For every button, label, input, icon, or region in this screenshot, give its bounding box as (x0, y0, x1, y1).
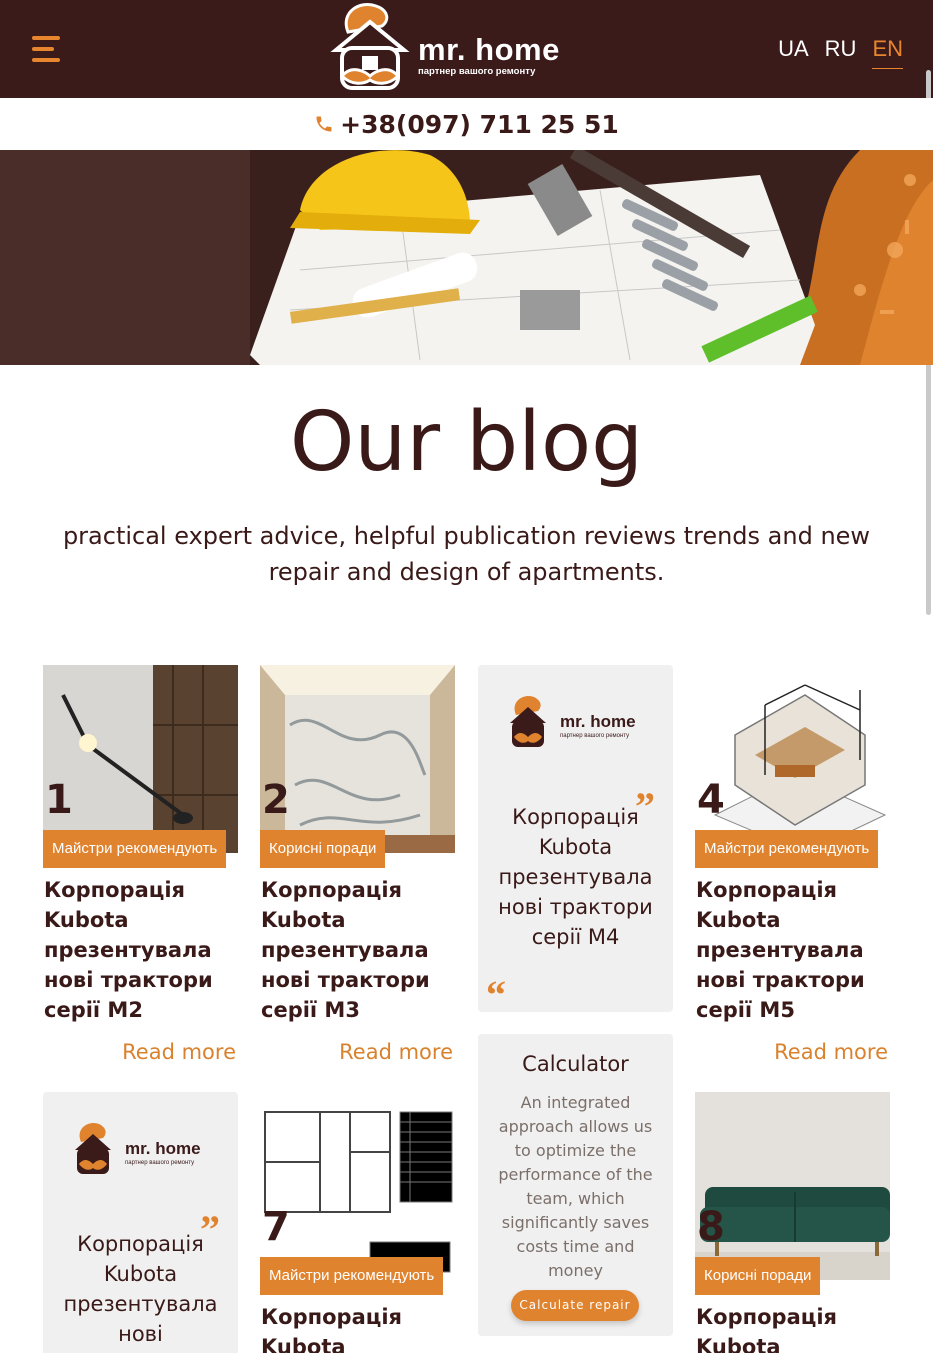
svg-text:mr. home: mr. home (125, 1139, 201, 1158)
quote-card: mr. home партнер вашого ремонту ” Корпор… (43, 1092, 238, 1353)
lang-en[interactable]: EN (872, 36, 903, 69)
card-title[interactable]: Корпорація Kubota презентувала нові трак… (261, 875, 456, 1025)
card-image-lamp[interactable] (43, 665, 238, 853)
phone-bar: +38(097) 711 25 51 (0, 98, 933, 150)
blog-card[interactable]: 8 Корисні поради Корпорація Kubota (695, 1092, 890, 1353)
card-number: 2 (262, 777, 290, 823)
card-category-tag[interactable]: Майстри рекомендують (43, 830, 227, 868)
card-number: 8 (697, 1204, 725, 1250)
card-title[interactable]: Корпорація Kubota (261, 1302, 456, 1353)
svg-text:партнер вашого ремонту: партнер вашого ремонту (125, 1160, 194, 1166)
card-category-tag[interactable]: Корисні поради (695, 1257, 821, 1295)
svg-text:партнер вашого ремонту: партнер вашого ремонту (560, 733, 629, 739)
calculator-title: Calculator (522, 1052, 629, 1076)
open-quote-icon: “ (486, 972, 506, 1013)
card-category-tag[interactable]: Майстри рекомендують (695, 830, 879, 868)
site-header: mr. home партнер вашого ремонту UA RU EN (0, 0, 933, 98)
blog-card[interactable]: 4 Майстри рекомендують Корпорація Kubota… (695, 665, 890, 1085)
svg-text:mr. home: mr. home (560, 712, 636, 731)
logo-title: mr. home (418, 32, 560, 67)
page-title: Our blog (289, 395, 644, 490)
quote-text: Корпорація Kubota презентувала нові (63, 1232, 218, 1346)
read-more-link[interactable]: Read more (339, 1040, 453, 1064)
card-title[interactable]: Корпорація Kubota (696, 1302, 891, 1353)
card-image-sofa[interactable] (695, 1092, 890, 1280)
mr-home-logo: mr. home партнер вашого ремонту (75, 1122, 201, 1174)
hero-image (0, 150, 933, 365)
calculator-widget: Calculator An integrated approach allows… (478, 1034, 673, 1336)
blog-card[interactable]: 7 Майстри рекомендують Корпорація Kubota (260, 1092, 455, 1353)
lang-ru[interactable]: RU (825, 36, 857, 69)
mr-home-mascot-icon (330, 3, 410, 90)
card-number: 1 (45, 777, 73, 823)
read-more-link[interactable]: Read more (122, 1040, 236, 1064)
card-image-marble[interactable] (260, 665, 455, 853)
page-subtitle: practical expert advice, helpful publica… (62, 522, 871, 586)
card-title[interactable]: Корпорація Kubota презентувала нові трак… (44, 875, 239, 1025)
menu-icon[interactable] (32, 36, 60, 66)
language-switcher: UA RU EN (778, 36, 903, 69)
card-image-house-plan[interactable] (695, 665, 890, 853)
card-category-tag[interactable]: Майстри рекомендують (260, 1257, 444, 1295)
blog-card[interactable]: 1 Майстри рекомендують Корпорація Kubota… (43, 665, 238, 1085)
phone-number[interactable]: +38(097) 711 25 51 (340, 110, 619, 139)
site-logo[interactable]: mr. home партнер вашого ремонту (330, 2, 570, 96)
lang-ua[interactable]: UA (778, 36, 809, 69)
card-image-floor-plan[interactable] (260, 1092, 455, 1280)
phone-icon (316, 116, 332, 132)
quote-text: Корпорація Kubota презентувала нові трак… (498, 805, 653, 949)
blog-card[interactable]: 2 Корисні поради Корпорація Kubota презе… (260, 665, 455, 1085)
mr-home-logo: mr. home партнер вашого ремонту (510, 695, 636, 747)
quote-card: mr. home партнер вашого ремонту ” Корпор… (478, 665, 673, 1012)
card-title[interactable]: Корпорація Kubota презентувала нові трак… (696, 875, 891, 1025)
card-category-tag[interactable]: Корисні поради (260, 830, 386, 868)
card-number: 4 (697, 777, 725, 823)
calculator-description: An integrated approach allows us to opti… (498, 1093, 653, 1280)
card-number: 7 (262, 1204, 290, 1250)
calculate-repair-button[interactable]: Calculate repair (511, 1290, 639, 1321)
read-more-link[interactable]: Read more (774, 1040, 888, 1064)
